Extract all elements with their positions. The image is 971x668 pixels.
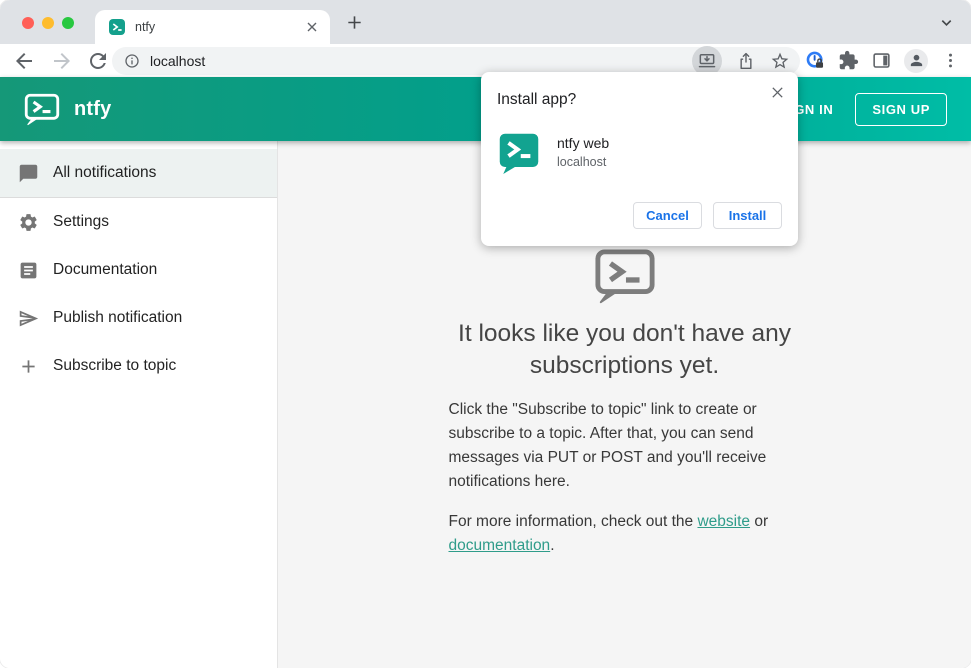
- sidebar-item-subscribe-to-topic[interactable]: Subscribe to topic: [0, 342, 277, 390]
- dialog-close-icon[interactable]: [770, 85, 785, 100]
- ntfy-logo-icon: [24, 93, 60, 126]
- empty-state-paragraph: Click the "Subscribe to topic" link to c…: [448, 401, 767, 490]
- more-info-or: or: [750, 513, 769, 530]
- sidebar-item-all-notifications[interactable]: All notifications: [0, 149, 277, 197]
- ntfy-app-icon: [498, 132, 540, 176]
- privacy-extension-lock-icon[interactable]: [805, 50, 826, 71]
- reload-icon[interactable]: [86, 49, 110, 73]
- toolbar-right: [805, 44, 961, 77]
- empty-state-more-info: For more information, check out the webs…: [449, 510, 801, 558]
- site-info-icon[interactable]: [124, 53, 140, 69]
- article-icon: [18, 260, 39, 281]
- sidebar-item-label: Subscribe to topic: [53, 357, 177, 374]
- share-icon[interactable]: [736, 51, 756, 71]
- documentation-link[interactable]: documentation: [449, 537, 551, 554]
- sidebar-item-label: All notifications: [53, 164, 157, 181]
- browser-window: ntfy localhost ntfy SIGN IN SIGN UP All …: [0, 0, 971, 668]
- dialog-app-name: ntfy web: [557, 135, 610, 151]
- sidebar: All notifications Settings Documentation: [0, 141, 278, 668]
- back-icon[interactable]: [12, 49, 36, 73]
- url-text[interactable]: localhost: [150, 53, 688, 69]
- sidebar-item-documentation[interactable]: Documentation: [0, 246, 277, 294]
- dialog-app-row: ntfy web localhost: [497, 132, 782, 176]
- dialog-buttons: Cancel Install: [633, 202, 782, 229]
- forward-icon[interactable]: [50, 49, 74, 73]
- ntfy-favicon-icon: [109, 19, 125, 35]
- new-tab-button[interactable]: [345, 13, 364, 32]
- more-info-suffix: .: [550, 537, 555, 554]
- dialog-app-meta: ntfy web localhost: [557, 132, 609, 176]
- tab-strip: ntfy: [0, 0, 971, 44]
- bookmark-star-icon[interactable]: [770, 51, 790, 71]
- profile-avatar[interactable]: [904, 48, 928, 73]
- minimize-window-button[interactable]: [42, 17, 54, 29]
- install-app-button[interactable]: [692, 45, 722, 76]
- website-link[interactable]: website: [697, 513, 750, 530]
- sidebar-item-publish-notification[interactable]: Publish notification: [0, 294, 277, 342]
- brand-title: ntfy: [74, 97, 112, 120]
- browser-tab[interactable]: ntfy: [95, 10, 330, 44]
- chat-icon: [18, 163, 39, 184]
- install-app-icon: [697, 51, 717, 71]
- sidebar-item-settings[interactable]: Settings: [0, 198, 277, 246]
- install-button[interactable]: Install: [713, 202, 782, 229]
- more-info-prefix: For more information, check out the: [448, 513, 698, 530]
- send-icon: [18, 308, 39, 329]
- address-bar[interactable]: localhost: [112, 45, 800, 76]
- browser-menu-kebab-icon[interactable]: [940, 50, 961, 71]
- sign-up-button[interactable]: SIGN UP: [855, 92, 947, 126]
- dialog-title: Install app?: [497, 91, 577, 108]
- close-window-button[interactable]: [22, 17, 34, 29]
- window-controls: [22, 17, 74, 29]
- tab-search-chevron-icon[interactable]: [939, 15, 954, 30]
- sidebar-item-label: Publish notification: [53, 309, 183, 326]
- side-panel-icon[interactable]: [871, 50, 892, 71]
- extensions-puzzle-icon[interactable]: [838, 50, 859, 71]
- plus-icon: [18, 356, 39, 377]
- sidebar-item-label: Settings: [53, 213, 110, 230]
- sidebar-item-label: Documentation: [53, 261, 158, 278]
- tab-title: ntfy: [135, 20, 156, 34]
- empty-state-heading: It looks like you don't have any subscri…: [458, 320, 791, 379]
- tab-close-icon[interactable]: [304, 19, 320, 35]
- install-app-dialog: Install app? ntfy web localhost Cancel I…: [481, 72, 798, 246]
- ntfy-empty-state-logo-icon: [594, 248, 656, 305]
- dialog-app-origin: localhost: [557, 155, 607, 169]
- gear-icon: [18, 212, 39, 233]
- cancel-button[interactable]: Cancel: [633, 202, 702, 229]
- zoom-window-button[interactable]: [62, 17, 74, 29]
